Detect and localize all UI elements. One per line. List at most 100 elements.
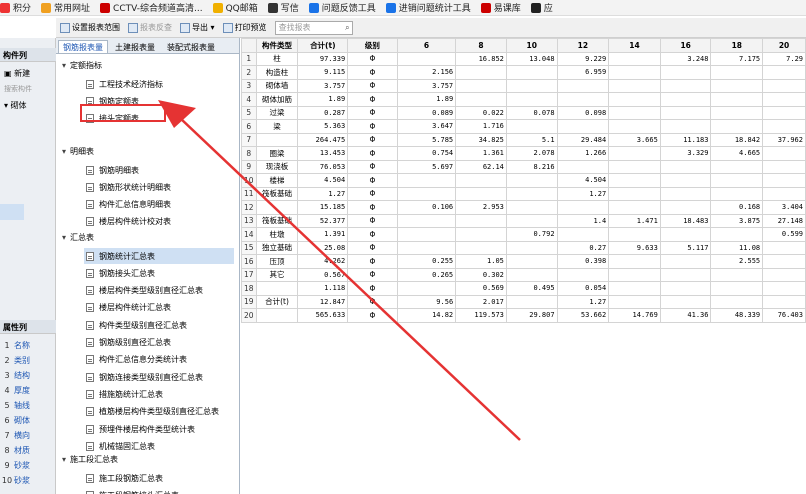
value-cell[interactable]: 2.017: [455, 294, 507, 309]
category-cell[interactable]: [255, 308, 299, 323]
value-cell[interactable]: [608, 65, 661, 80]
value-cell[interactable]: 48.339: [710, 308, 764, 323]
value-cell[interactable]: Φ: [347, 186, 398, 201]
value-cell[interactable]: [505, 78, 558, 93]
property-row[interactable]: 5 轴线: [0, 398, 56, 412]
value-cell[interactable]: 15.185: [297, 200, 349, 215]
value-cell[interactable]: 0.255: [396, 254, 457, 269]
report-item[interactable]: 钢筋级别直径汇总表: [86, 335, 171, 351]
value-cell[interactable]: 1.471: [608, 213, 661, 228]
value-cell[interactable]: 9.633: [608, 240, 661, 255]
bookmark-1[interactable]: 常用网址: [41, 1, 90, 14]
value-cell[interactable]: Φ: [347, 200, 398, 215]
value-cell[interactable]: Φ: [347, 105, 398, 120]
report-item[interactable]: 预埋件楼层构件类型统计表: [86, 421, 195, 437]
value-cell[interactable]: 3.665: [608, 132, 661, 147]
value-cell[interactable]: [608, 92, 661, 107]
value-cell[interactable]: 9.229: [556, 51, 610, 66]
value-cell[interactable]: 264.475: [297, 132, 349, 147]
value-cell[interactable]: 1.05: [455, 254, 507, 269]
value-cell[interactable]: Φ: [347, 240, 398, 255]
value-cell[interactable]: 76.403: [762, 308, 806, 323]
bookmark-7[interactable]: 易课库: [480, 1, 521, 14]
value-cell[interactable]: 1.361: [455, 146, 507, 161]
value-cell[interactable]: [396, 173, 457, 188]
value-cell[interactable]: 5.363: [297, 119, 349, 134]
value-cell[interactable]: Φ: [347, 92, 398, 107]
value-cell[interactable]: [659, 200, 712, 215]
value-cell[interactable]: 27.148: [762, 213, 806, 228]
value-cell[interactable]: 1.118: [297, 281, 349, 296]
value-cell[interactable]: [659, 159, 712, 174]
value-cell[interactable]: 11.08: [710, 240, 764, 255]
value-cell[interactable]: 1.89: [396, 92, 457, 107]
value-cell[interactable]: [710, 65, 764, 80]
component-search-input[interactable]: 搜索构件: [4, 84, 32, 94]
value-cell[interactable]: 4.504: [556, 173, 610, 188]
tab-report-2[interactable]: 装配式报表量: [162, 40, 220, 53]
bookmark-4[interactable]: 写信: [267, 1, 299, 14]
value-cell[interactable]: [396, 227, 457, 242]
category-cell[interactable]: 砌体加筋: [255, 92, 299, 107]
report-search-input[interactable]: 查找报表 ⌕: [274, 20, 353, 35]
value-cell[interactable]: 119.573: [455, 308, 507, 323]
value-cell[interactable]: [762, 267, 806, 282]
value-cell[interactable]: 2.078: [505, 146, 558, 161]
tree-group-3[interactable]: ▾ 施工段汇总表: [62, 452, 118, 466]
value-cell[interactable]: 3.404: [762, 200, 806, 215]
report-item[interactable]: 植筋楼层构件类型级别直径汇总表: [86, 404, 219, 420]
value-cell[interactable]: [556, 119, 610, 134]
category-cell[interactable]: 楼梯: [255, 173, 299, 188]
value-cell[interactable]: [505, 173, 558, 188]
value-cell[interactable]: 1.27: [556, 294, 610, 309]
value-cell[interactable]: 0.054: [556, 281, 610, 296]
report-item[interactable]: 施工段钢筋汇总表: [86, 470, 163, 486]
value-cell[interactable]: [608, 78, 661, 93]
value-cell[interactable]: 13.453: [297, 146, 349, 161]
bookmark-3[interactable]: QQ邮箱: [212, 1, 258, 14]
row-number-cell[interactable]: 1: [241, 51, 257, 66]
row-number-cell[interactable]: 19: [241, 294, 257, 309]
value-cell[interactable]: [659, 227, 712, 242]
tree-group-2[interactable]: ▾ 汇总表: [62, 230, 94, 244]
value-cell[interactable]: [762, 294, 806, 309]
value-cell[interactable]: Φ: [347, 308, 398, 323]
report-item[interactable]: 构件汇总信息明细表: [86, 197, 171, 213]
value-cell[interactable]: 0.106: [396, 200, 457, 215]
value-cell[interactable]: [762, 65, 806, 80]
value-cell[interactable]: 41.36: [659, 308, 712, 323]
value-cell[interactable]: 0.265: [396, 267, 457, 282]
value-cell[interactable]: [659, 78, 712, 93]
value-cell[interactable]: [455, 92, 507, 107]
value-cell[interactable]: 2.156: [396, 65, 457, 80]
value-cell[interactable]: [659, 186, 712, 201]
category-cell[interactable]: 砌体墙: [255, 78, 299, 93]
value-cell[interactable]: [505, 92, 558, 107]
value-cell[interactable]: [710, 92, 764, 107]
value-cell[interactable]: [762, 119, 806, 134]
value-cell[interactable]: Φ: [347, 173, 398, 188]
value-cell[interactable]: 25.08: [297, 240, 349, 255]
value-cell[interactable]: 29.807: [505, 308, 558, 323]
value-cell[interactable]: [455, 227, 507, 242]
value-cell[interactable]: 62.14: [455, 159, 507, 174]
value-cell[interactable]: [659, 119, 712, 134]
row-number-cell[interactable]: 2: [241, 65, 257, 80]
category-cell[interactable]: 其它: [255, 267, 299, 282]
value-cell[interactable]: 0.495: [505, 281, 558, 296]
category-cell[interactable]: 过梁: [255, 105, 299, 120]
value-cell[interactable]: Φ: [347, 51, 398, 66]
value-cell[interactable]: [608, 267, 661, 282]
category-cell[interactable]: [255, 200, 299, 215]
property-row[interactable]: 2 类别: [0, 353, 56, 367]
report-item[interactable]: 措施筋统计汇总表: [86, 386, 163, 402]
value-cell[interactable]: [396, 186, 457, 201]
value-cell[interactable]: 6.959: [556, 65, 610, 80]
value-cell[interactable]: [710, 186, 764, 201]
bookmark-8[interactable]: 应: [530, 1, 553, 14]
tree-group-0[interactable]: ▾ 定额指标: [62, 58, 102, 72]
value-cell[interactable]: [608, 294, 661, 309]
value-cell[interactable]: 0.398: [556, 254, 610, 269]
value-cell[interactable]: [505, 267, 558, 282]
value-cell[interactable]: [608, 227, 661, 242]
